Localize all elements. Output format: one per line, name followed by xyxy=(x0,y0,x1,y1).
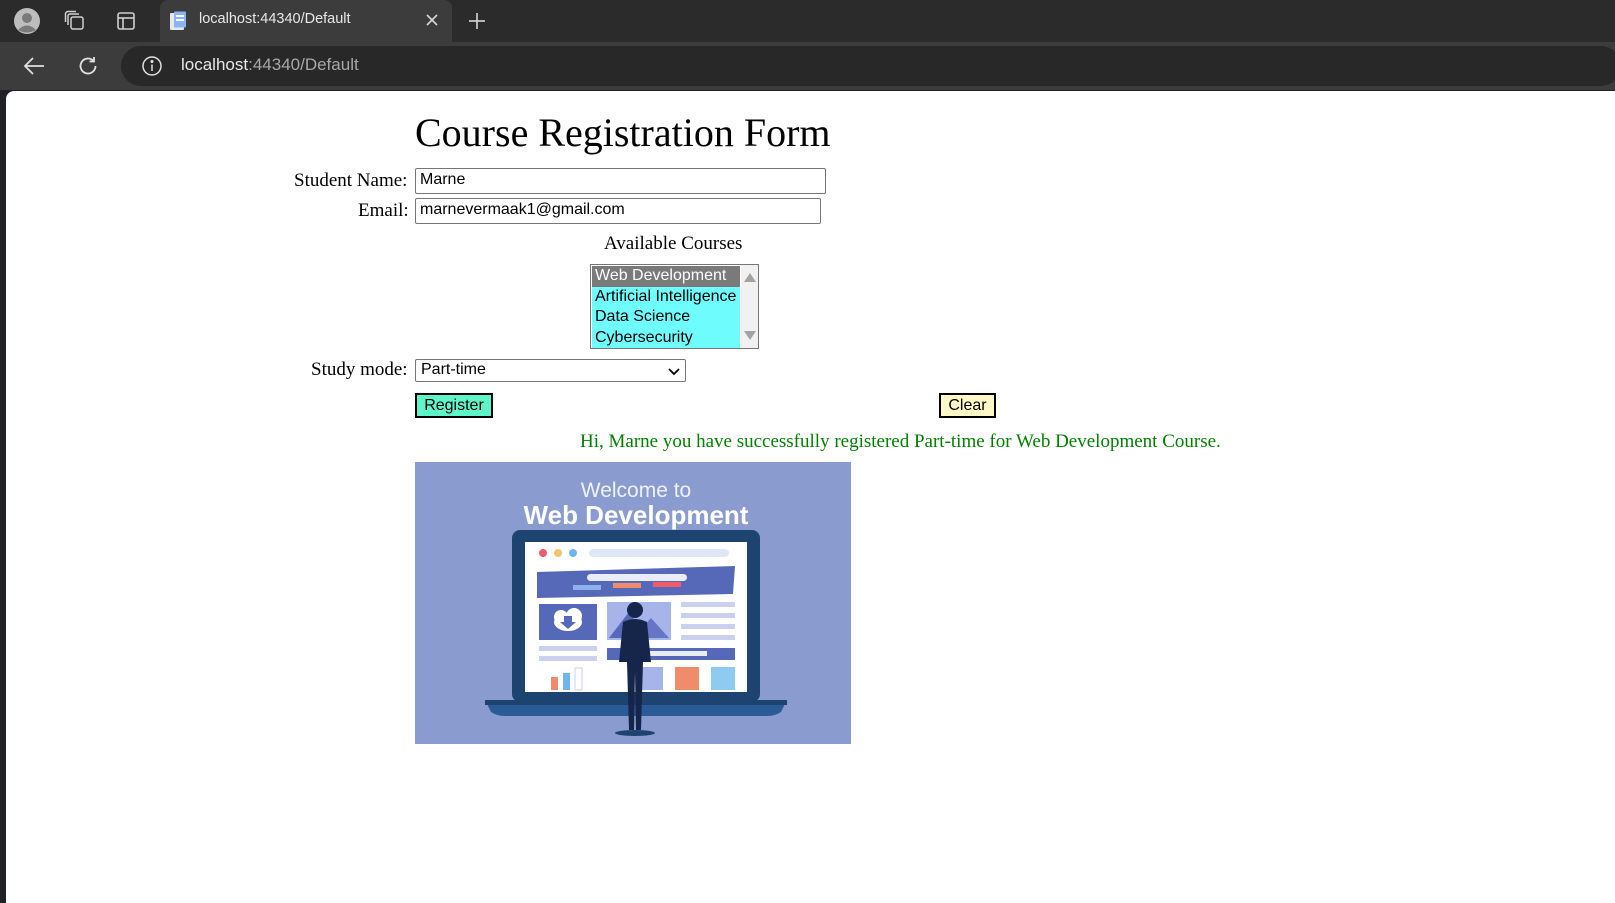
url-text: localhost:44340/Default xyxy=(181,55,359,75)
chevron-down-icon xyxy=(668,364,680,382)
student-name-field[interactable]: Marne xyxy=(415,168,826,194)
courses-label: Available Courses xyxy=(604,233,743,254)
banner-heading-text: Web Development xyxy=(524,500,749,530)
browser-tab-bar: localhost:44340/Default xyxy=(0,0,1615,42)
success-message: Hi, Marne you have successfully register… xyxy=(580,431,1221,452)
course-option-web-development[interactable]: Web Development xyxy=(592,266,740,287)
tab-title: localhost:44340/Default xyxy=(199,11,351,27)
course-option-artificial-intelligence[interactable]: Artificial Intelligence xyxy=(592,287,740,308)
close-icon[interactable] xyxy=(422,10,442,30)
course-option-cybersecurity[interactable]: Cybersecurity xyxy=(592,328,740,348)
plus-icon[interactable] xyxy=(462,6,492,36)
url-path: :44340/Default xyxy=(248,55,359,74)
course-option-data-science[interactable]: Data Science xyxy=(592,307,740,328)
browser-toolbar: localhost:44340/Default xyxy=(0,42,1615,90)
clear-button[interactable]: Clear xyxy=(939,393,996,418)
tab-actions-icon[interactable] xyxy=(110,6,142,36)
web-development-banner: Welcome to Web Development xyxy=(415,462,851,744)
study-mode-label: Study mode: xyxy=(311,359,408,380)
email-field[interactable]: marnevermaak1@gmail.com xyxy=(415,198,821,224)
back-icon[interactable] xyxy=(18,51,50,81)
page-content: Course Registration Form Student Name: M… xyxy=(6,91,1615,903)
scroll-down-icon[interactable] xyxy=(744,331,756,340)
student-name-label: Student Name: xyxy=(294,170,408,191)
listbox-scrollbar[interactable] xyxy=(741,265,758,348)
study-mode-value: Part-time xyxy=(421,361,486,378)
email-label: Email: xyxy=(358,200,409,221)
active-tab[interactable]: localhost:44340/Default xyxy=(160,0,452,42)
banner-welcome-text: Welcome to xyxy=(581,479,692,502)
info-icon[interactable] xyxy=(141,55,163,82)
page-title: Course Registration Form xyxy=(415,110,831,155)
reload-icon[interactable] xyxy=(72,51,104,81)
study-mode-select[interactable]: Part-time xyxy=(415,359,686,382)
scroll-up-icon[interactable] xyxy=(744,273,756,282)
courses-listbox[interactable]: Web Development Artificial Intelligence … xyxy=(590,264,759,349)
register-button[interactable]: Register xyxy=(415,393,493,418)
address-bar[interactable]: localhost:44340/Default xyxy=(121,46,1615,86)
workspaces-icon[interactable] xyxy=(59,6,91,36)
profile-icon[interactable] xyxy=(11,6,43,36)
page-icon xyxy=(168,11,188,36)
url-host: localhost xyxy=(181,55,249,74)
